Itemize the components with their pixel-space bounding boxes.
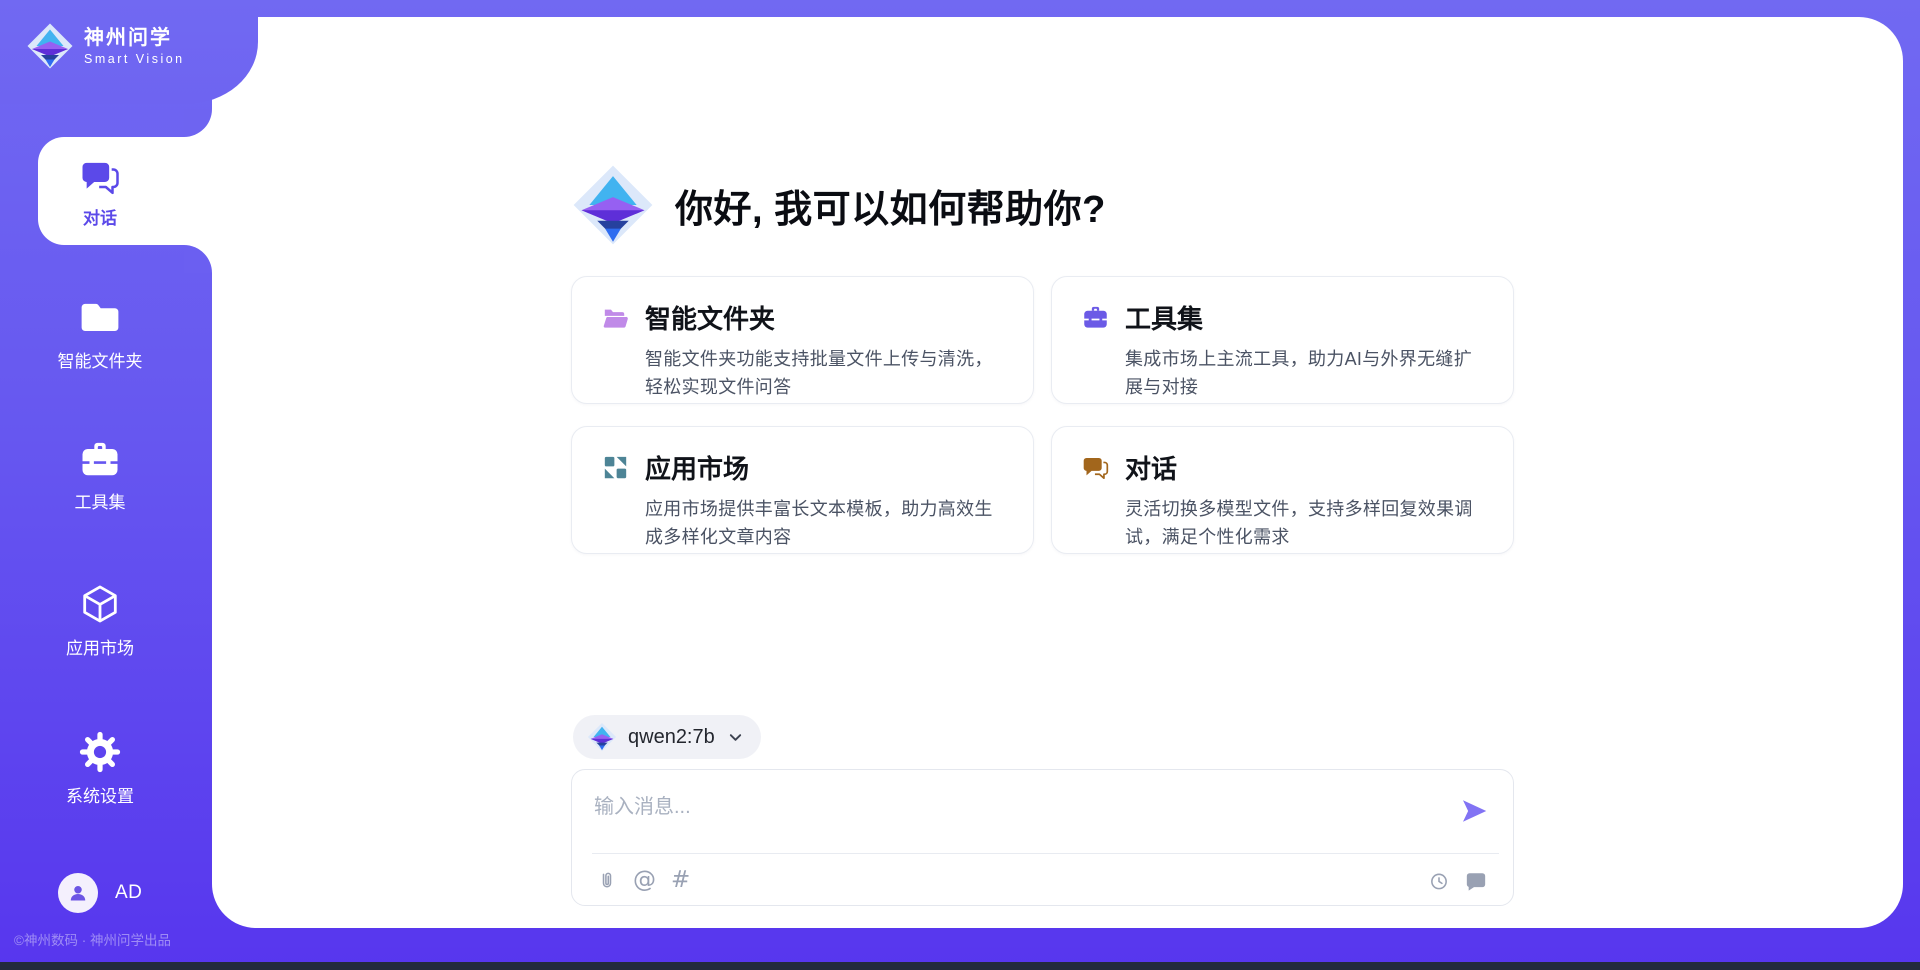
card-head: 应用市场 [602, 449, 1009, 486]
user-initials: AD [115, 882, 142, 904]
card-head: 工具集 [1082, 299, 1489, 336]
avatar [58, 873, 98, 913]
topic-button[interactable]: # [671, 869, 690, 892]
card-title: 应用市场 [645, 449, 749, 486]
feedback-button[interactable] [1465, 870, 1487, 892]
brand-logo-icon [26, 22, 74, 70]
card-title: 工具集 [1125, 299, 1203, 336]
card-chat[interactable]: 对话 灵活切换多模型文件，支持多样回复效果调试，满足个性化需求 [1051, 426, 1514, 554]
content-column: 你好, 我可以如何帮助你? 智能文件夹 智能文件夹功能支持批量文件上传与清洗，轻… [571, 17, 1514, 928]
folder-open-icon [602, 304, 629, 331]
composer-right-tools [1428, 870, 1487, 892]
user-chip[interactable]: AD [58, 873, 142, 913]
tab-fillet-bottom [184, 245, 212, 273]
mention-button[interactable]: @ [633, 869, 656, 892]
sidebar-item-label: 应用市场 [66, 634, 134, 659]
history-button[interactable] [1428, 870, 1450, 892]
card-toolset[interactable]: 工具集 集成市场上主流工具，助力AI与外界无缝扩展与对接 [1051, 276, 1514, 404]
person-icon [66, 881, 90, 905]
briefcase-icon [1082, 304, 1109, 331]
history-icon [1428, 870, 1450, 892]
card-description: 灵活切换多模型文件，支持多样回复效果调试，满足个性化需求 [1125, 495, 1489, 551]
tab-fillet-top [184, 109, 212, 137]
brand-title: 神州问学 [84, 26, 185, 50]
card-app-market[interactable]: 应用市场 应用市场提供丰富长文本模板，助力高效生成多样化文章内容 [571, 426, 1034, 554]
sidebar-item-smart-folder[interactable]: 智能文件夹 [0, 296, 200, 372]
sidebar-item-app-market[interactable]: 应用市场 [0, 583, 200, 659]
chat-icon [80, 157, 120, 197]
cube-icon [79, 583, 121, 625]
folder-icon [79, 296, 121, 338]
model-logo-icon [587, 722, 617, 752]
sidebar-item-chat[interactable]: 对话 [38, 137, 212, 245]
send-icon [1459, 796, 1489, 826]
card-head: 智能文件夹 [602, 299, 1009, 336]
greeting-logo-icon [571, 163, 655, 247]
tab-inner: 对话 [38, 139, 162, 247]
card-description: 应用市场提供丰富长文本模板，助力高效生成多样化文章内容 [645, 495, 1009, 551]
brand-text: 神州问学 Smart Vision [84, 26, 185, 66]
sidebar-item-toolset[interactable]: 工具集 [0, 440, 200, 513]
greeting-title: 你好, 我可以如何帮助你? [675, 178, 1106, 233]
greeting: 你好, 我可以如何帮助你? [571, 163, 1106, 247]
brand: 神州问学 Smart Vision [26, 22, 185, 70]
briefcase-icon [79, 440, 121, 479]
chevron-down-icon [728, 730, 743, 745]
sidebar-item-label: 智能文件夹 [58, 347, 143, 372]
composer-toolbar: @ # [572, 854, 1513, 907]
card-description: 集成市场上主流工具，助力AI与外界无缝扩展与对接 [1125, 345, 1489, 401]
sidebar: 神州问学 Smart Vision 对话 智能文件夹 工具集 应用市场 系统设置… [0, 0, 212, 970]
card-description: 智能文件夹功能支持批量文件上传与清洗，轻松实现文件问答 [645, 345, 1009, 401]
gear-icon [79, 731, 121, 773]
card-title: 对话 [1125, 449, 1177, 486]
brand-subtitle: Smart Vision [84, 52, 185, 66]
chat-icon [1082, 454, 1109, 481]
send-button[interactable] [1459, 796, 1489, 826]
composer-left-tools: @ # [596, 869, 690, 892]
attach-button[interactable] [596, 870, 618, 892]
card-title: 智能文件夹 [645, 299, 775, 336]
sidebar-item-label: 系统设置 [66, 782, 134, 807]
model-name: qwen2:7b [628, 726, 715, 749]
sidebar-item-label: 对话 [83, 204, 117, 229]
bottom-bar [0, 962, 1920, 970]
card-smart-folder[interactable]: 智能文件夹 智能文件夹功能支持批量文件上传与清洗，轻松实现文件问答 [571, 276, 1034, 404]
message-input[interactable] [572, 770, 1513, 850]
message-square-icon [1465, 870, 1487, 892]
composer: @ # [571, 769, 1514, 906]
sidebar-item-settings[interactable]: 系统设置 [0, 731, 200, 807]
model-selector[interactable]: qwen2:7b [573, 715, 761, 759]
app-root: { "brand": { "title": "神州问学", "subtitle"… [0, 0, 1920, 970]
main-panel: 你好, 我可以如何帮助你? 智能文件夹 智能文件夹功能支持批量文件上传与清洗，轻… [212, 17, 1903, 928]
paperclip-icon [596, 870, 618, 892]
apps-grid-icon [602, 454, 629, 481]
feature-cards: 智能文件夹 智能文件夹功能支持批量文件上传与清洗，轻松实现文件问答 工具集 集成… [571, 276, 1514, 554]
copyright: ©神州数码 · 神州问学出品 [14, 929, 209, 949]
card-head: 对话 [1082, 449, 1489, 486]
sidebar-item-label: 工具集 [75, 488, 126, 513]
